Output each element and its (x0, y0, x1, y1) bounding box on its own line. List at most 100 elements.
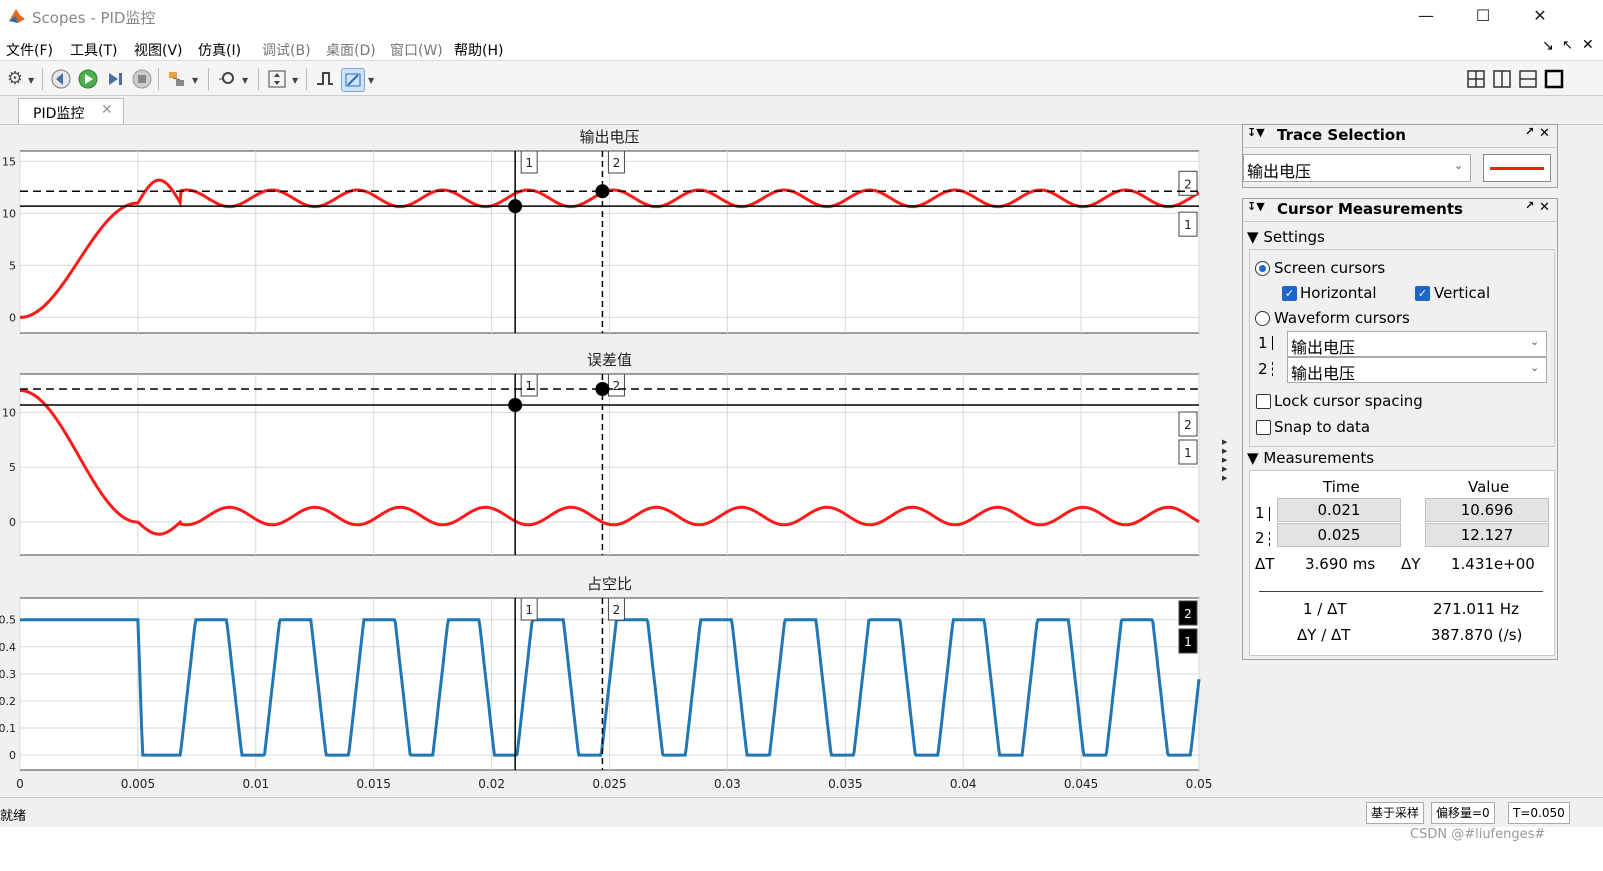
close-figure-icon[interactable]: ✕ (1582, 37, 1594, 53)
layout-grid-icon[interactable] (1466, 69, 1486, 89)
cursor-2-tag-label: 2 (613, 379, 621, 393)
triggers-icon[interactable] (314, 68, 336, 90)
waveform-cursor-2-label: 2 (1258, 360, 1268, 378)
dock-icon[interactable]: ↖ (1562, 38, 1573, 53)
minimize-button[interactable]: — (1406, 4, 1446, 28)
undock-panel-icon[interactable]: ↗ (1525, 199, 1534, 212)
menu-simulation[interactable]: 仿真(I) (198, 40, 241, 60)
toolbar-separator (208, 68, 209, 90)
solid-cursor-glyph (1272, 336, 1273, 350)
step-forward-icon[interactable] (104, 68, 126, 90)
sim-time-indicator: T=0.050 (1508, 802, 1570, 824)
trace-selection-title: Trace Selection (1277, 126, 1406, 144)
undock-panel-icon[interactable]: ↗ (1525, 125, 1534, 138)
autoscale-icon[interactable] (266, 68, 288, 90)
y-tick-label: 15 (2, 155, 16, 168)
menu-file[interactable]: 文件(F) (6, 40, 53, 60)
x-tick-label: 0.03 (714, 777, 741, 791)
document-tab-bar: PID监控 ✕ (0, 96, 1603, 125)
highlight-block-icon[interactable] (166, 68, 188, 90)
stop-icon[interactable] (131, 68, 153, 90)
tab-close-icon[interactable]: ✕ (101, 102, 113, 118)
status-bar: 就绪 基于采样 偏移量=0 T=0.050 (0, 797, 1603, 828)
zoom-icon[interactable] (216, 68, 238, 90)
offset-indicator: 偏移量=0 (1431, 802, 1495, 824)
snap-to-data-checkbox[interactable] (1256, 420, 1271, 435)
trace-color-button[interactable] (1483, 154, 1551, 182)
window-title: Scopes - PID监控 (32, 9, 156, 27)
inverse-delta-t-value: 271.011 Hz (1433, 600, 1519, 618)
menu-desktop[interactable]: 桌面(D) (326, 40, 376, 60)
undock-icon[interactable]: ↘ (1542, 38, 1554, 54)
chevron-down-icon[interactable]: ▼ (28, 76, 34, 85)
snap-to-data-label: Snap to data (1274, 418, 1371, 436)
dashed-cursor-glyph (1272, 362, 1274, 376)
delta-t-label: ΔT (1255, 555, 1275, 573)
trace-select-value: 输出电压 (1247, 162, 1312, 181)
measurements-label: Measurements (1263, 449, 1375, 467)
right-tag-2-label: 2 (1184, 418, 1192, 432)
title-bar: Scopes - PID监控 — ☐ ✕ (0, 0, 1603, 32)
waveform-cursors-radio[interactable] (1255, 311, 1270, 326)
maximize-button[interactable]: ☐ (1463, 4, 1503, 28)
layout-single-icon[interactable] (1544, 69, 1564, 89)
scope-plots[interactable]: 输出电压051015 1 221误差值05101 221占空比00.10.20.30.… (0, 125, 1240, 797)
menu-view[interactable]: 视图(V) (134, 40, 183, 60)
screen-cursors-radio[interactable] (1255, 261, 1270, 276)
chevron-down-icon[interactable]: ▼ (192, 76, 198, 85)
slope-label: ΔY / ΔT (1297, 626, 1351, 644)
trace-select-dropdown[interactable]: 输出电压 ⌄ (1243, 154, 1471, 182)
waveform-cursor-1-dropdown[interactable]: 输出电压 ⌄ (1287, 331, 1547, 357)
layout-columns-icon[interactable] (1492, 69, 1512, 89)
scope-plot-area: 输出电压 0 5 10 15 1 2 2 1 误差值 0 5 10 1 2 2 1 占空比 0 0.1 0.2 0.3 0.… (0, 125, 1240, 815)
x-tick-label: 0.045 (1064, 777, 1098, 791)
settings-toggle[interactable]: ▼ Settings (1247, 228, 1325, 246)
measurements-divider (1259, 591, 1543, 592)
watermark: CSDN @#liufenges# (1410, 827, 1546, 842)
vertical-checkbox[interactable]: ✓ (1415, 286, 1430, 301)
measurements-toggle[interactable]: ▼ Measurements (1247, 449, 1374, 467)
pin-icon[interactable]: ↧▼ (1247, 126, 1265, 139)
horizontal-checkbox[interactable]: ✓ (1282, 286, 1297, 301)
chevron-down-icon[interactable]: ▼ (242, 76, 248, 85)
menu-window[interactable]: 窗口(W) (390, 40, 443, 60)
lock-cursor-spacing-checkbox[interactable] (1256, 394, 1271, 409)
delta-t-value: 3.690 ms (1305, 555, 1376, 573)
pin-icon[interactable]: ↧▼ (1247, 200, 1265, 213)
step-back-icon[interactable] (50, 68, 72, 90)
y-tick-label: 0 (9, 749, 16, 762)
waveform-cursor-2-dropdown[interactable]: 输出电压 ⌄ (1287, 357, 1547, 383)
chevron-down-icon: ⌄ (1530, 361, 1540, 374)
tab-pid-monitor[interactable]: PID监控 ✕ (18, 98, 124, 124)
y-tick-label: 0.1 (0, 722, 16, 735)
close-panel-icon[interactable]: ✕ (1539, 126, 1550, 141)
panel-collapse-icon[interactable]: ▶ ▶ ▶ ▶ ▶ (1222, 438, 1227, 483)
close-button[interactable]: ✕ (1520, 4, 1560, 28)
chevron-down-icon: ⌄ (1454, 159, 1464, 172)
layout-rows-icon[interactable] (1518, 69, 1538, 89)
cursor-2-time-value: 0.025 (1277, 523, 1401, 547)
chevron-down-icon[interactable]: ▼ (368, 76, 374, 85)
measurement-row-2-label: 2 (1255, 529, 1265, 547)
menu-help[interactable]: 帮助(H) (454, 40, 503, 60)
chevron-down-icon[interactable]: ▼ (292, 76, 298, 85)
toolbar-separator (258, 68, 259, 90)
menu-debug[interactable]: 调试(B) (262, 40, 311, 60)
horizontal-label: Horizontal (1300, 284, 1377, 302)
settings-gear-icon[interactable]: ⚙ (4, 68, 26, 90)
y-tick-label: 10 (2, 406, 16, 419)
cursor-measurements-icon[interactable] (341, 68, 365, 92)
x-tick-label: 0.035 (828, 777, 862, 791)
x-tick-label: 0 (16, 777, 24, 791)
matlab-logo-icon (9, 9, 25, 23)
run-icon[interactable] (77, 68, 99, 90)
x-tick-label: 0.05 (1186, 777, 1213, 791)
waveform-cursor-1-value: 输出电压 (1291, 338, 1356, 357)
cursor-1-time-value: 0.021 (1277, 498, 1401, 522)
y-tick-label: 0 (9, 311, 16, 324)
sample-mode-indicator: 基于采样 (1366, 802, 1425, 824)
y-tick-label: 10 (2, 207, 16, 220)
menu-tools[interactable]: 工具(T) (70, 40, 117, 60)
toolbar-separator (42, 68, 43, 90)
close-panel-icon[interactable]: ✕ (1539, 200, 1550, 215)
